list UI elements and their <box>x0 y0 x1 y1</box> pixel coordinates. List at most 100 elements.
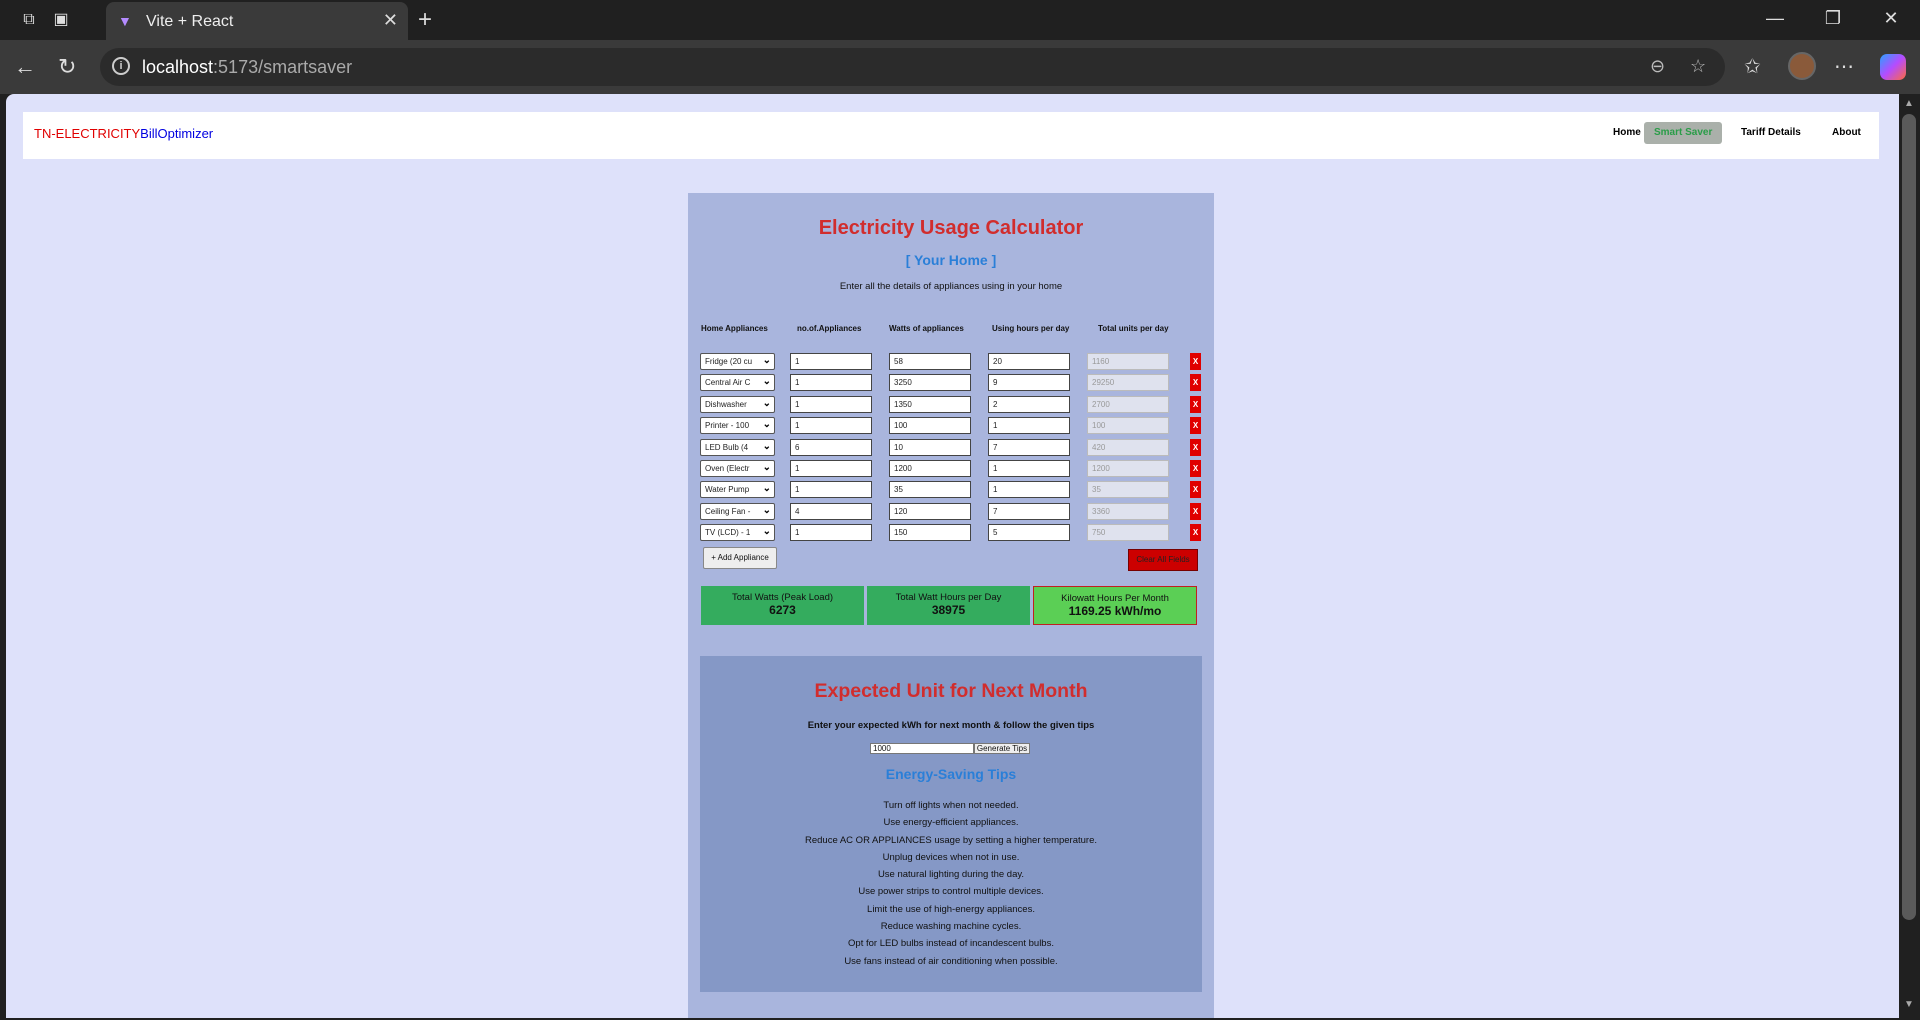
delete-row-button[interactable]: X <box>1190 481 1201 499</box>
scroll-down-icon[interactable]: ▼ <box>1904 999 1914 1010</box>
close-tab-icon[interactable]: ✕ <box>383 10 398 31</box>
new-tab-icon[interactable]: + <box>418 6 432 34</box>
hours-input[interactable]: 2 <box>988 395 1070 413</box>
scroll-up-icon[interactable]: ▲ <box>1904 98 1914 109</box>
watts-input[interactable]: 100 <box>889 417 971 435</box>
chevron-down-icon: ⌄ <box>762 419 771 431</box>
profile-avatar[interactable] <box>1788 52 1816 80</box>
expected-units-section: Expected Unit for Next Month Enter your … <box>700 656 1202 992</box>
address-bar[interactable]: i localhost:5173/smartsaver ⊖ ☆ <box>100 48 1725 86</box>
total-output: 3360 <box>1087 502 1169 520</box>
appliance-select[interactable]: Printer - 100 ⌄ <box>700 417 775 435</box>
appliance-select[interactable]: Oven (Electr ⌄ <box>700 460 775 477</box>
count-input[interactable]: 1 <box>790 524 872 542</box>
copilot-icon[interactable] <box>1880 54 1906 80</box>
total-output: 420 <box>1087 438 1169 456</box>
kwh-per-month-card: Kilowatt Hours Per Month 1169.25 kWh/mo <box>1033 586 1197 625</box>
delete-row-button[interactable]: X <box>1190 524 1201 542</box>
appliance-row: Water Pump ⌄ 1 35 1 35 X <box>700 481 1201 499</box>
appliance-select[interactable]: TV (LCD) - 1 ⌄ <box>700 524 775 542</box>
nav-smart-saver[interactable]: Smart Saver <box>1644 122 1723 144</box>
chevron-down-icon: ⌄ <box>762 355 771 366</box>
hours-input[interactable]: 5 <box>988 524 1070 542</box>
watts-input[interactable]: 120 <box>889 502 971 520</box>
zoom-icon[interactable]: ⊖ <box>1650 56 1665 77</box>
hours-input[interactable]: 1 <box>988 481 1070 499</box>
appliance-select[interactable]: Ceiling Fan - ⌄ <box>700 502 775 520</box>
count-input[interactable]: 6 <box>790 438 872 456</box>
hours-input[interactable]: 1 <box>988 417 1070 435</box>
delete-row-button[interactable]: X <box>1190 438 1201 456</box>
header-watts: Watts of appliances <box>889 324 964 333</box>
hours-input[interactable]: 7 <box>988 438 1070 456</box>
generate-tips-button[interactable]: Generate Tips <box>974 743 1030 754</box>
more-options-icon[interactable]: ⋯ <box>1834 54 1854 79</box>
watts-input[interactable]: 58 <box>889 353 971 370</box>
appliance-select[interactable]: Water Pump ⌄ <box>700 481 775 499</box>
back-icon[interactable]: ← <box>14 54 36 80</box>
delete-row-button[interactable]: X <box>1190 395 1201 413</box>
appliance-select[interactable]: LED Bulb (4 ⌄ <box>700 438 775 456</box>
chevron-down-icon: ⌄ <box>762 397 771 409</box>
count-input[interactable]: 1 <box>790 353 872 370</box>
workspaces-icon[interactable]: ⧉ <box>18 9 40 31</box>
count-input[interactable]: 1 <box>790 481 872 499</box>
minimize-icon[interactable]: — <box>1760 8 1790 29</box>
delete-row-button[interactable]: X <box>1190 353 1201 370</box>
browser-tab[interactable]: ▼ Vite + React ✕ <box>106 2 408 40</box>
tip-item: Reduce washing machine cycles. <box>880 921 1022 933</box>
delete-row-button[interactable]: X <box>1190 417 1201 435</box>
total-watt-hours-card: Total Watt Hours per Day 38975 <box>867 586 1030 625</box>
count-input[interactable]: 1 <box>790 460 872 477</box>
favorite-star-icon[interactable]: ☆ <box>1690 56 1706 77</box>
expected-kwh-input[interactable]: 1000 <box>870 743 974 754</box>
appliance-select[interactable]: Central Air C ⌄ <box>700 374 775 392</box>
appliance-select[interactable]: Fridge (20 cu ⌄ <box>700 353 775 370</box>
watts-input[interactable]: 3250 <box>889 374 971 392</box>
count-input[interactable]: 1 <box>790 417 872 435</box>
chevron-down-icon: ⌄ <box>762 440 771 452</box>
total-output: 29250 <box>1087 374 1169 392</box>
delete-row-button[interactable]: X <box>1190 374 1201 392</box>
total-output: 35 <box>1087 481 1169 499</box>
restore-icon[interactable]: ❐ <box>1818 8 1848 29</box>
vertical-tabs-icon[interactable]: ▣ <box>50 9 72 31</box>
appliance-row: Central Air C ⌄ 1 3250 9 29250 X <box>700 374 1201 392</box>
browser-window: ⧉ ▣ ▼ Vite + React ✕ + — ❐ ✕ ← ↻ i local… <box>0 0 1920 1020</box>
add-appliance-button[interactable]: + Add Appliance <box>703 547 777 569</box>
clear-all-fields-button[interactable]: Clear All Fields <box>1128 549 1198 571</box>
delete-row-button[interactable]: X <box>1190 502 1201 520</box>
appliance-select[interactable]: Dishwasher ⌄ <box>700 395 775 413</box>
url-text[interactable]: localhost:5173/smartsaver <box>142 57 352 78</box>
delete-row-button[interactable]: X <box>1190 460 1201 477</box>
watts-input[interactable]: 1350 <box>889 395 971 413</box>
total-output: 1200 <box>1087 460 1169 477</box>
close-window-icon[interactable]: ✕ <box>1876 8 1906 29</box>
hours-input[interactable]: 20 <box>988 353 1070 370</box>
count-input[interactable]: 1 <box>790 374 872 392</box>
site-info-icon[interactable]: i <box>112 57 130 75</box>
count-input[interactable]: 4 <box>790 502 872 520</box>
nav-about[interactable]: About <box>1822 122 1871 144</box>
total-output: 100 <box>1087 417 1169 435</box>
hours-input[interactable]: 9 <box>988 374 1070 392</box>
nav-tariff-details[interactable]: Tariff Details <box>1731 122 1811 144</box>
page-scrollbar[interactable]: ▲ ▼ <box>1899 94 1920 1020</box>
scrollbar-thumb[interactable] <box>1902 114 1916 920</box>
tip-item: Unplug devices when not in use. <box>882 851 1020 863</box>
watts-input[interactable]: 1200 <box>889 460 971 477</box>
favorites-icon[interactable]: ✩ <box>1744 54 1761 79</box>
appliance-row: Ceiling Fan - ⌄ 4 120 7 3360 X <box>700 502 1201 520</box>
appliance-row: Fridge (20 cu ⌄ 1 58 20 1160 X <box>700 353 1201 370</box>
watts-input[interactable]: 150 <box>889 524 971 542</box>
chevron-down-icon: ⌄ <box>762 376 771 388</box>
tip-item: Opt for LED bulbs instead of incandescen… <box>848 938 1054 950</box>
watts-input[interactable]: 10 <box>889 438 971 456</box>
refresh-icon[interactable]: ↻ <box>58 54 76 80</box>
count-input[interactable]: 1 <box>790 395 872 413</box>
hours-input[interactable]: 7 <box>988 502 1070 520</box>
hours-input[interactable]: 1 <box>988 460 1070 477</box>
brand-logo[interactable]: TN-ELECTRICITYBillOptimizer <box>34 126 213 141</box>
site-navbar: TN-ELECTRICITYBillOptimizer Home Smart S… <box>23 112 1879 159</box>
watts-input[interactable]: 35 <box>889 481 971 499</box>
